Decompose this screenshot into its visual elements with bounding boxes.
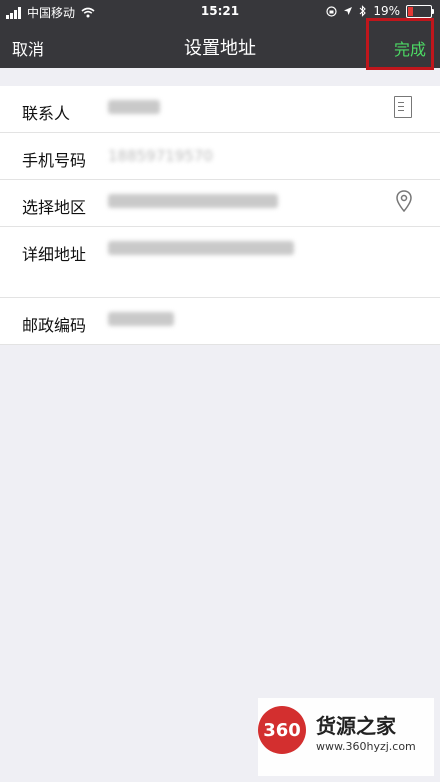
- location-pin-icon[interactable]: [396, 190, 412, 212]
- watermark: 360 货源之家 www.360hyzj.com: [258, 698, 434, 776]
- contact-label: 联系人: [22, 104, 71, 123]
- watermark-url: www.360hyzj.com: [316, 740, 416, 753]
- phone-row[interactable]: 手机号码 18859719570: [0, 133, 440, 180]
- highlight-box: [366, 18, 434, 70]
- region-row[interactable]: 选择地区: [0, 180, 440, 227]
- contact-row[interactable]: 联系人: [0, 86, 440, 133]
- zip-row[interactable]: 邮政编码: [0, 298, 440, 345]
- region-blurred: [108, 194, 278, 208]
- region-label: 选择地区: [22, 198, 87, 217]
- phone-label: 手机号码: [22, 151, 87, 170]
- watermark-site-name: 货源之家: [316, 714, 396, 738]
- battery-percent: 19%: [373, 4, 400, 18]
- contact-blurred: [108, 100, 160, 114]
- zip-blurred: [108, 312, 174, 326]
- address-blurred: [108, 241, 294, 255]
- contacts-book-icon[interactable]: [394, 96, 412, 118]
- bluetooth-icon: [359, 5, 367, 17]
- address-row[interactable]: 详细地址: [0, 227, 440, 298]
- watermark-logo: 360: [258, 706, 306, 754]
- address-form: 联系人 手机号码 18859719570 选择地区 详细地址 邮政编码: [0, 86, 440, 345]
- phone-value[interactable]: 18859719570: [108, 147, 213, 165]
- zip-label: 邮政编码: [22, 316, 87, 335]
- address-label: 详细地址: [22, 245, 87, 264]
- battery-icon: [406, 4, 434, 18]
- location-arrow-icon: [344, 7, 353, 15]
- rotation-lock-icon: [326, 5, 337, 17]
